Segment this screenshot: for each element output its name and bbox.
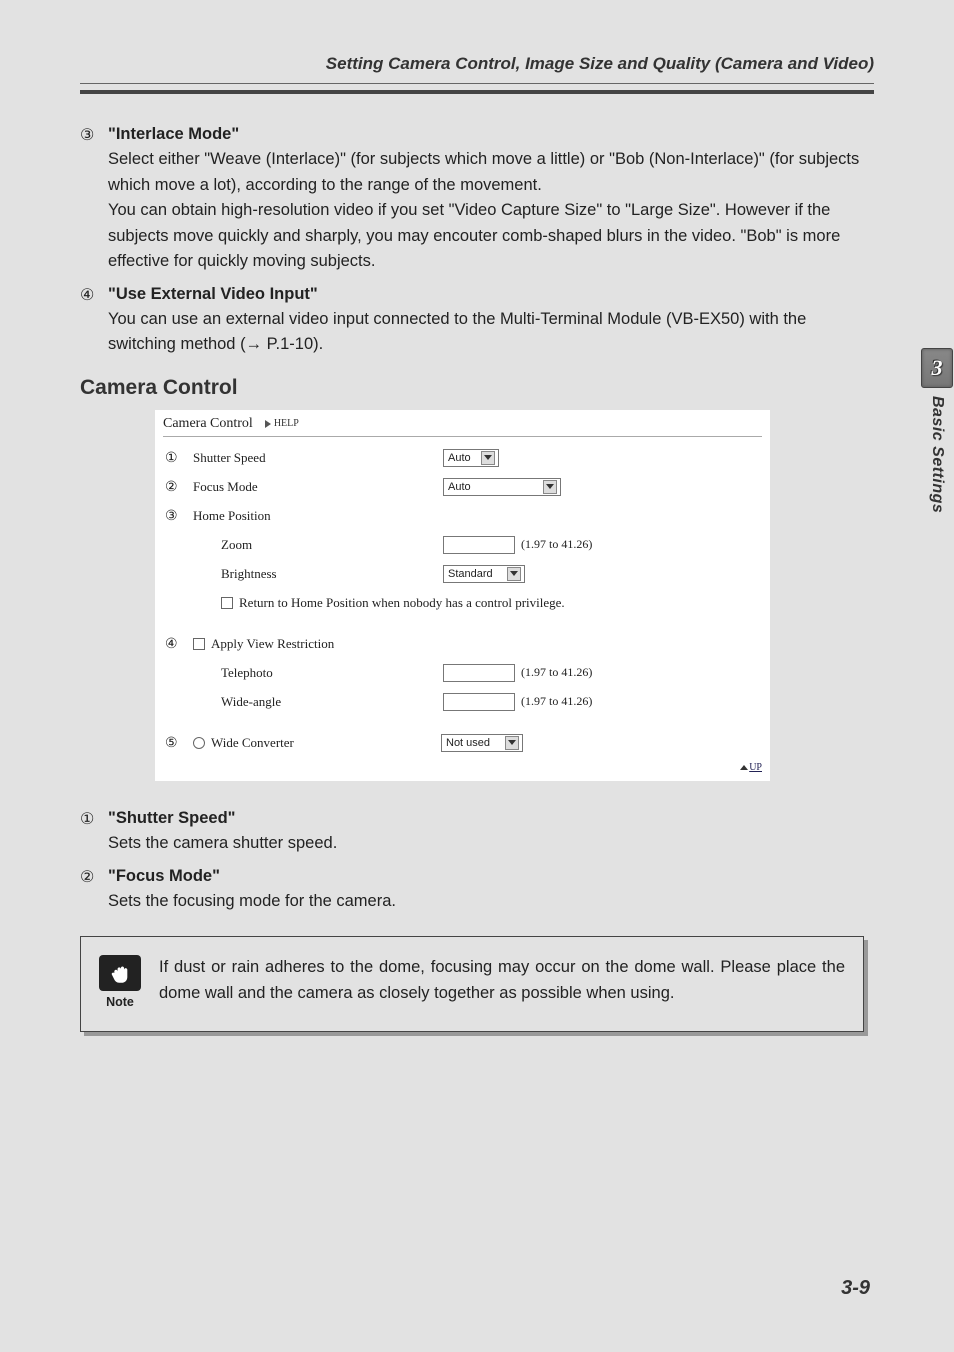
up-link[interactable]: UP (163, 762, 762, 773)
page-header-title: Setting Camera Control, Image Size and Q… (80, 54, 874, 74)
select-wide-converter[interactable]: Not used (441, 734, 523, 752)
item-3-body: Select either "Weave (Interlace)" (for s… (108, 147, 864, 275)
select-focus-mode-value: Auto (448, 481, 471, 493)
cc-panel-title: Camera Control (163, 416, 253, 432)
side-tab: 3 Basic Settings (920, 348, 954, 513)
marker-1: ① (163, 449, 193, 466)
label-apply-view: Apply View Restriction (211, 636, 334, 652)
marker-5: ⑤ (163, 734, 193, 751)
label-wide-angle: Wide-angle (193, 694, 443, 710)
dropdown-icon (481, 451, 495, 465)
side-tab-label: Basic Settings (928, 396, 946, 513)
marker-3: ③ (163, 507, 193, 524)
item-2-number: ② (80, 867, 108, 887)
item-4-number: ④ (80, 285, 108, 305)
row-focus-mode: ② Focus Mode Auto (163, 474, 762, 500)
radio-wide-converter[interactable] (193, 737, 205, 749)
item-3-number: ③ (80, 125, 108, 145)
input-wide-angle[interactable] (443, 693, 515, 711)
item-1-number: ① (80, 809, 108, 829)
label-shutter-speed: Shutter Speed (193, 450, 443, 466)
note-icon-wrap: Note (99, 955, 141, 1009)
select-wide-converter-value: Not used (446, 737, 490, 749)
item-2-title: "Focus Mode" (108, 867, 220, 887)
row-brightness: Brightness Standard (163, 561, 762, 587)
dropdown-icon (543, 480, 557, 494)
camera-control-panel: Camera Control HELP ① Shutter Speed Auto… (155, 410, 770, 781)
up-link-label: UP (749, 762, 762, 773)
item-1-header: ① "Shutter Speed" (80, 809, 864, 829)
section-heading-camera-control: Camera Control (80, 376, 864, 400)
label-brightness: Brightness (193, 566, 443, 582)
chapter-badge: 3 (921, 348, 953, 388)
marker-4: ④ (163, 635, 193, 652)
range-telephoto: (1.97 to 41.26) (521, 665, 592, 680)
label-zoom: Zoom (193, 537, 443, 553)
row-shutter-speed: ① Shutter Speed Auto (163, 445, 762, 471)
page: Setting Camera Control, Image Size and Q… (0, 0, 954, 1352)
dropdown-icon (505, 736, 519, 750)
note-text: If dust or rain adheres to the dome, foc… (159, 955, 845, 1006)
range-zoom: (1.97 to 41.26) (521, 537, 592, 552)
note-label: Note (106, 995, 134, 1009)
help-link[interactable]: HELP (265, 418, 299, 429)
note-hand-icon (99, 955, 141, 991)
item-1-title: "Shutter Speed" (108, 809, 236, 829)
row-zoom: Zoom (1.97 to 41.26) (163, 532, 762, 558)
content: ③ "Interlace Mode" Select either "Weave … (80, 125, 864, 1032)
select-brightness-value: Standard (448, 568, 493, 580)
label-return-home: Return to Home Position when nobody has … (239, 595, 565, 611)
note-box: Note If dust or rain adheres to the dome… (80, 936, 864, 1032)
row-wide-angle: Wide-angle (1.97 to 41.26) (163, 689, 762, 715)
row-return-home: Return to Home Position when nobody has … (163, 590, 762, 616)
item-2-header: ② "Focus Mode" (80, 867, 864, 887)
dropdown-icon (507, 567, 521, 581)
header-rule-thick (80, 90, 874, 94)
row-home-position: ③ Home Position (163, 503, 762, 529)
checkbox-return-home[interactable] (221, 597, 233, 609)
chevron-up-icon (740, 765, 748, 770)
label-home-position: Home Position (193, 508, 443, 524)
item-3-header: ③ "Interlace Mode" (80, 125, 864, 145)
select-shutter-speed-value: Auto (448, 452, 471, 464)
item-4-body: You can use an external video input conn… (108, 307, 864, 358)
row-apply-view-restriction: ④ Apply View Restriction (163, 631, 762, 657)
row-telephoto: Telephoto (1.97 to 41.26) (163, 660, 762, 686)
input-telephoto[interactable] (443, 664, 515, 682)
item-1-body: Sets the camera shutter speed. (108, 831, 864, 857)
marker-2: ② (163, 478, 193, 495)
item-2-body: Sets the focusing mode for the camera. (108, 889, 864, 915)
item-4-title: "Use External Video Input" (108, 285, 318, 305)
item-4-header: ④ "Use External Video Input" (80, 285, 864, 305)
page-number: 3-9 (841, 1277, 870, 1300)
select-focus-mode[interactable]: Auto (443, 478, 561, 496)
chevron-right-icon (265, 420, 271, 428)
select-brightness[interactable]: Standard (443, 565, 525, 583)
range-wide-angle: (1.97 to 41.26) (521, 694, 592, 709)
cc-panel-header: Camera Control HELP (163, 416, 762, 437)
header-rule-thin (80, 83, 874, 84)
help-label: HELP (274, 418, 299, 429)
checkbox-apply-view[interactable] (193, 638, 205, 650)
label-focus-mode: Focus Mode (193, 479, 443, 495)
label-wide-converter: Wide Converter (211, 735, 441, 751)
item-3-title: "Interlace Mode" (108, 125, 239, 145)
select-shutter-speed[interactable]: Auto (443, 449, 499, 467)
row-wide-converter: ⑤ Wide Converter Not used (163, 730, 762, 756)
input-zoom[interactable] (443, 536, 515, 554)
label-telephoto: Telephoto (193, 665, 443, 681)
